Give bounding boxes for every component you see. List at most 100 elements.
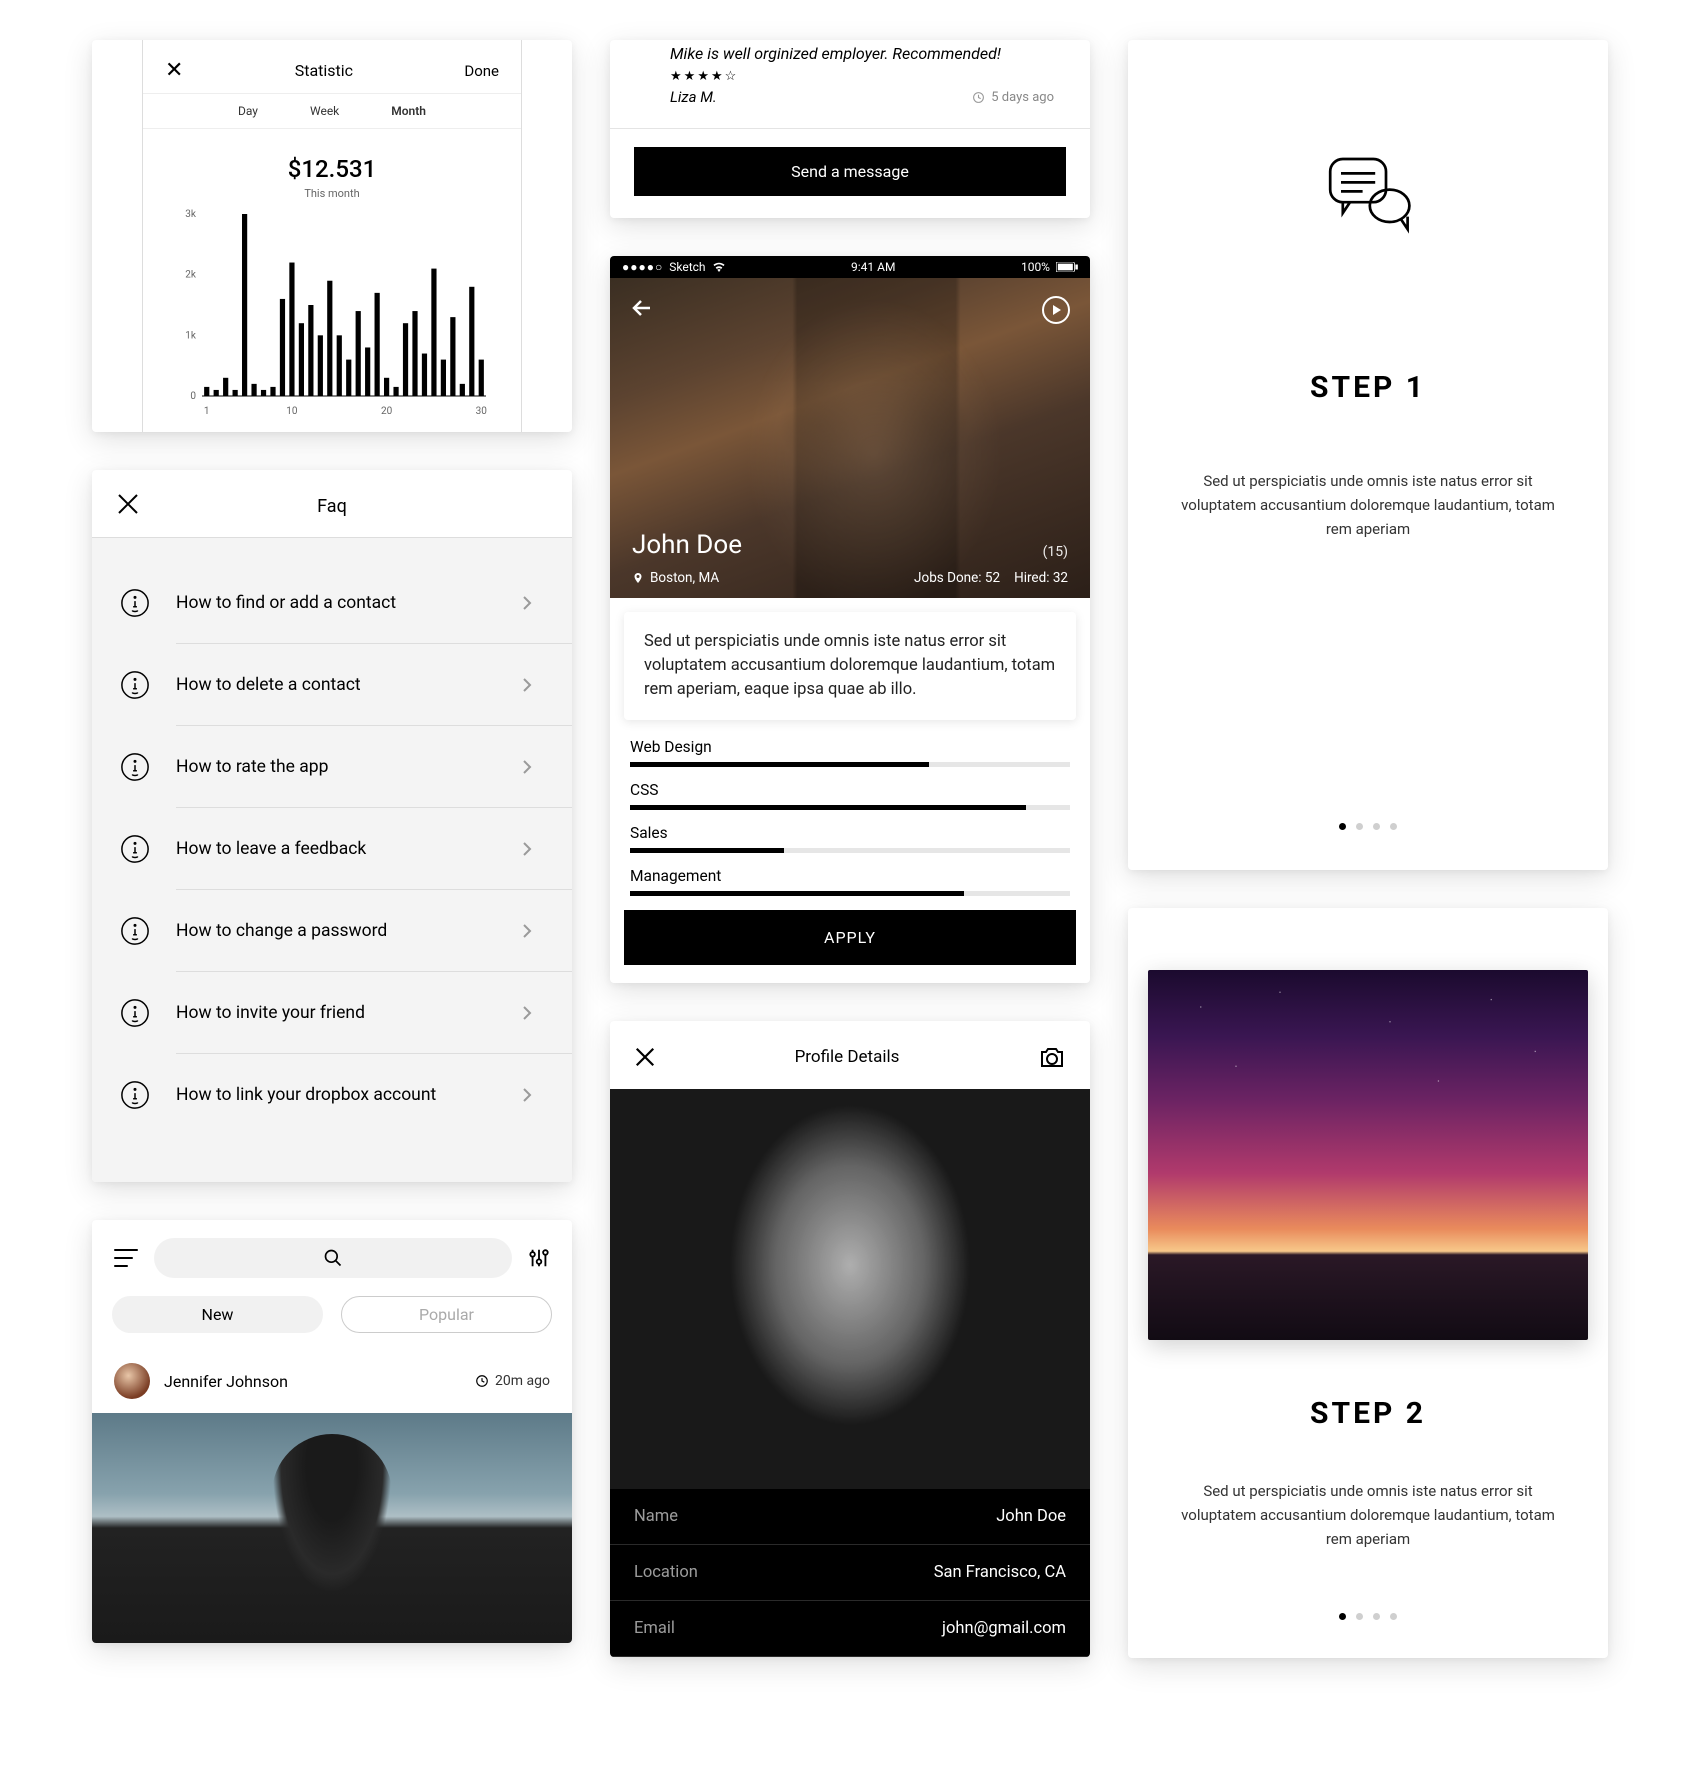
tab-day[interactable]: Day xyxy=(238,104,258,118)
pager-dot[interactable] xyxy=(1373,823,1380,830)
page-title: Profile Details xyxy=(795,1047,900,1067)
page-indicator xyxy=(1128,823,1608,830)
skill-bar xyxy=(630,848,1070,853)
pager-dot[interactable] xyxy=(1373,1613,1380,1620)
review-time: 5 days ago xyxy=(972,90,1054,105)
faq-list: How to find or add a contact How to delet… xyxy=(92,538,572,1182)
info-icon xyxy=(120,1080,150,1110)
info-icon xyxy=(120,916,150,946)
profile-review-count: (15) xyxy=(1043,544,1068,560)
svg-text:20: 20 xyxy=(381,406,393,417)
info-icon xyxy=(120,670,150,700)
onboarding-step2-card: STEP 2 Sed ut perspiciatis unde omnis is… xyxy=(1128,908,1608,1658)
review-text: Mike is well orginized employer. Recomme… xyxy=(630,40,1070,65)
review-time-label: 5 days ago xyxy=(991,90,1054,105)
wifi-icon xyxy=(712,262,726,272)
skill-bar xyxy=(630,805,1070,810)
pager-dot[interactable] xyxy=(1356,1613,1363,1620)
menu-icon[interactable] xyxy=(114,1249,138,1267)
field-label: Email xyxy=(634,1619,675,1638)
faq-item[interactable]: How to rate the app xyxy=(92,726,572,808)
skills-list: Web DesignCSSSalesManagement xyxy=(610,720,1090,896)
svg-text:1k: 1k xyxy=(185,330,197,341)
close-icon[interactable] xyxy=(116,492,140,516)
star-icon: ★ xyxy=(684,69,696,84)
svg-text:2k: 2k xyxy=(185,270,197,281)
status-time: 9:41 AM xyxy=(851,260,895,274)
clock-icon xyxy=(475,1374,489,1388)
step-title: STEP 2 xyxy=(1128,1396,1608,1431)
star-icon: ★ xyxy=(711,69,723,84)
post-image[interactable] xyxy=(92,1413,572,1643)
page-title: Statistic xyxy=(295,61,353,80)
search-icon xyxy=(323,1248,343,1268)
star-icon: ★ xyxy=(697,69,709,84)
faq-item-label: How to rate the app xyxy=(176,757,522,777)
filter-icon[interactable] xyxy=(528,1247,550,1269)
info-icon xyxy=(120,752,150,782)
skill-row: Management xyxy=(630,867,1070,896)
camera-icon[interactable] xyxy=(1038,1045,1066,1069)
bar-chart: 01k2k3k1102030 xyxy=(143,208,521,418)
faq-item[interactable]: How to invite your friend xyxy=(92,972,572,1054)
info-icon xyxy=(120,998,150,1028)
star-icon: ☆ xyxy=(725,69,737,84)
field-label: Name xyxy=(634,1507,678,1526)
feed-card: New Popular Jennifer Johnson 20m ago xyxy=(92,1220,572,1643)
faq-item[interactable]: How to change a password xyxy=(92,890,572,972)
profile-photo[interactable] xyxy=(610,1089,1090,1489)
feed-tabs: New Popular xyxy=(92,1292,572,1351)
pager-dot[interactable] xyxy=(1390,823,1397,830)
step-title: STEP 1 xyxy=(1128,370,1608,405)
svg-text:0: 0 xyxy=(190,391,196,402)
pager-dot[interactable] xyxy=(1339,823,1346,830)
review-card: Mike is well orginized employer. Recomme… xyxy=(610,40,1090,218)
profile-field-row[interactable]: NameJohn Doe xyxy=(610,1489,1090,1545)
close-icon[interactable] xyxy=(634,1046,656,1068)
tab-popular[interactable]: Popular xyxy=(341,1296,552,1333)
profile-field-row[interactable]: Emailjohn@gmail.com xyxy=(610,1601,1090,1657)
faq-item[interactable]: How to leave a feedback xyxy=(92,808,572,890)
skill-row: Sales xyxy=(630,824,1070,853)
svg-text:10: 10 xyxy=(286,406,298,417)
apply-button[interactable]: APPLY xyxy=(624,910,1076,965)
hired-label: Hired: 32 xyxy=(1014,570,1068,586)
post-time: 20m ago xyxy=(475,1373,550,1389)
faq-item-label: How to find or add a contact xyxy=(176,593,522,613)
faq-item[interactable]: How to delete a contact xyxy=(92,644,572,726)
profile-field-row[interactable]: LocationSan Francisco, CA xyxy=(610,1545,1090,1601)
skill-label: Management xyxy=(630,867,1070,885)
post-author[interactable]: Jennifer Johnson xyxy=(164,1372,461,1391)
faq-card: Faq How to find or add a contactHow to d… xyxy=(92,470,572,1182)
phone-frame: ✕ Statistic Done Day Week Month $12.531 … xyxy=(142,40,522,432)
tab-week[interactable]: Week xyxy=(310,104,339,118)
amount-value: $12.531 xyxy=(143,155,521,183)
faq-item-label: How to leave a feedback xyxy=(176,839,522,859)
tab-month[interactable]: Month xyxy=(391,104,426,118)
chevron-right-icon xyxy=(522,677,538,693)
avatar[interactable] xyxy=(114,1363,150,1399)
onboarding-step1-card: STEP 1 Sed ut perspiciatis unde omnis is… xyxy=(1128,40,1608,870)
chevron-right-icon xyxy=(522,595,538,611)
skill-label: Sales xyxy=(630,824,1070,842)
signal-icon: ●●●●○ xyxy=(622,260,663,274)
send-message-button[interactable]: Send a message xyxy=(634,147,1066,196)
field-value: San Francisco, CA xyxy=(934,1563,1066,1582)
pager-dot[interactable] xyxy=(1390,1613,1397,1620)
faq-item[interactable]: How to link your dropbox account xyxy=(92,1054,572,1136)
chevron-right-icon xyxy=(522,923,538,939)
faq-item[interactable]: How to find or add a contact xyxy=(92,562,572,644)
jobs-done-label: Jobs Done: 52 xyxy=(914,570,1000,586)
chevron-right-icon xyxy=(522,759,538,775)
info-icon xyxy=(120,834,150,864)
profile-description: Sed ut perspiciatis unde omnis iste natu… xyxy=(624,612,1076,720)
pager-dot[interactable] xyxy=(1339,1613,1346,1620)
skill-bar xyxy=(630,891,1070,896)
search-input[interactable] xyxy=(154,1238,512,1278)
done-button[interactable]: Done xyxy=(464,62,499,80)
close-icon[interactable]: ✕ xyxy=(165,58,183,83)
profile-name: John Doe xyxy=(632,530,742,560)
profile-hero: John Doe (15) Boston, MA Jobs Done: 52 H… xyxy=(610,278,1090,598)
pager-dot[interactable] xyxy=(1356,823,1363,830)
tab-new[interactable]: New xyxy=(112,1296,323,1333)
